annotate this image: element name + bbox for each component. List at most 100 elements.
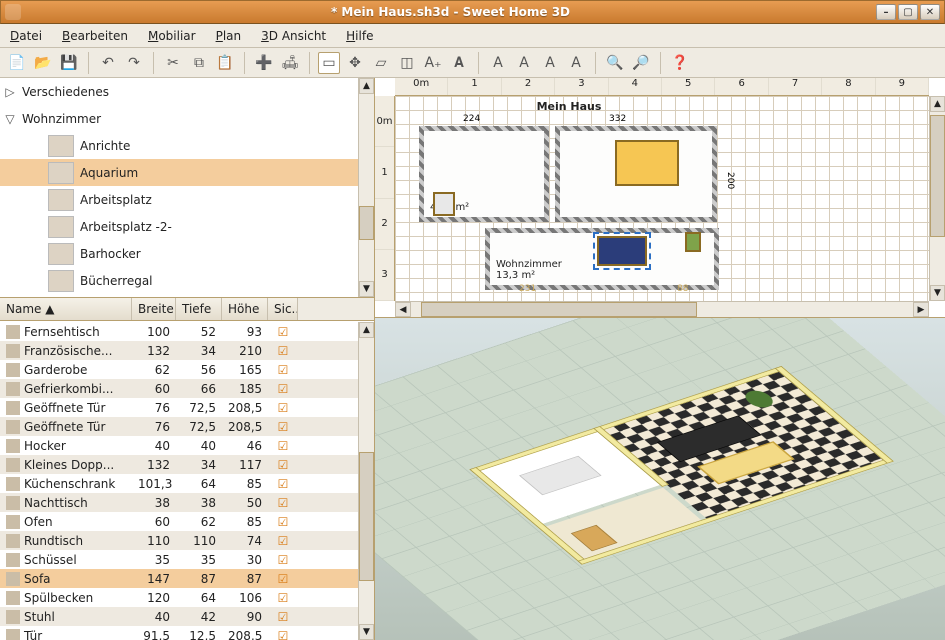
cell-visible-checkbox[interactable]: ☑ xyxy=(268,534,298,548)
table-row[interactable]: Stuhl404290☑ xyxy=(0,607,358,626)
catalog-scroll-thumb[interactable] xyxy=(359,206,374,240)
save-file-icon[interactable]: 💾 xyxy=(58,52,80,74)
catalog-item[interactable]: Arbeitsplatz -2- xyxy=(0,213,358,240)
furniture-list-scrollbar[interactable]: ▲ ▼ xyxy=(358,322,374,640)
table-row[interactable]: Französische...13234210☑ xyxy=(0,341,358,360)
menu-datei[interactable]: Datei xyxy=(10,29,42,43)
window-close-button[interactable]: ✕ xyxy=(920,4,940,20)
table-row[interactable]: Rundtisch11011074☑ xyxy=(0,531,358,550)
undo-icon[interactable]: ↶ xyxy=(97,52,119,74)
text-color-icon[interactable]: A xyxy=(539,52,561,74)
zoom-out-icon[interactable]: 🔎 xyxy=(630,52,652,74)
table-row[interactable]: Ofen606285☑ xyxy=(0,512,358,531)
table-row[interactable]: Sofa1478787☑ xyxy=(0,569,358,588)
table-row[interactable]: Schüssel353530☑ xyxy=(0,550,358,569)
scroll-up-icon[interactable]: ▲ xyxy=(930,96,945,112)
open-file-icon[interactable]: 📂 xyxy=(32,52,54,74)
cell-visible-checkbox[interactable]: ☑ xyxy=(268,591,298,605)
menu-3d-ansicht[interactable]: 3D Ansicht xyxy=(261,29,326,43)
column-header-name[interactable]: Name ▲ xyxy=(0,298,132,320)
table-row[interactable]: Hocker404046☑ xyxy=(0,436,358,455)
furniture-list-header[interactable]: Name ▲BreiteTiefeHöheSic... xyxy=(0,298,374,321)
cell-visible-checkbox[interactable]: ☑ xyxy=(268,420,298,434)
table-row[interactable]: Tür91,512,5208,5☑ xyxy=(0,626,358,640)
catalog-item[interactable]: Barhocker xyxy=(0,240,358,267)
create-text-icon[interactable]: 𝐀 xyxy=(448,52,470,74)
zoom-in-icon[interactable]: 🔍 xyxy=(604,52,626,74)
plan-view[interactable]: 0m123456789 0m123 Mein Haus 2243322004,5… xyxy=(375,78,945,318)
cell-visible-checkbox[interactable]: ☑ xyxy=(268,382,298,396)
table-row[interactable]: Nachttisch383850☑ xyxy=(0,493,358,512)
table-row[interactable]: Fernsehtisch1005293☑ xyxy=(0,322,358,341)
column-header-breite[interactable]: Breite xyxy=(132,298,176,320)
scroll-right-icon[interactable]: ▶ xyxy=(913,302,929,317)
scroll-up-icon[interactable]: ▲ xyxy=(359,78,374,94)
catalog-item[interactable]: Anrichte xyxy=(0,132,358,159)
column-header-tiefe[interactable]: Tiefe xyxy=(176,298,222,320)
menu-hilfe[interactable]: Hilfe xyxy=(346,29,373,43)
scroll-down-icon[interactable]: ▼ xyxy=(930,285,945,301)
window-minimize-button[interactable]: – xyxy=(876,4,896,20)
cell-visible-checkbox[interactable]: ☑ xyxy=(268,344,298,358)
plan-scroll-thumb[interactable] xyxy=(930,115,945,236)
plan-canvas[interactable]: Mein Haus 2243322004,55 m²Wohnzimmer13,3… xyxy=(395,96,929,301)
add-furniture-icon[interactable]: ➕ xyxy=(253,52,275,74)
cell-visible-checkbox[interactable]: ☑ xyxy=(268,629,298,640)
redo-icon[interactable]: ↷ xyxy=(123,52,145,74)
catalog-scrollbar[interactable]: ▲ ▼ xyxy=(358,78,374,297)
plan-vertical-scrollbar[interactable]: ▲ ▼ xyxy=(929,96,945,301)
text-size-icon[interactable]: A xyxy=(565,52,587,74)
plan-scroll-thumb[interactable] xyxy=(421,302,697,317)
catalog-item[interactable]: Arbeitsplatz xyxy=(0,186,358,213)
window-maximize-button[interactable]: ▢ xyxy=(898,4,918,20)
paste-icon[interactable]: 📋 xyxy=(214,52,236,74)
cell-visible-checkbox[interactable]: ☑ xyxy=(268,496,298,510)
plan-furniture-plant[interactable] xyxy=(685,232,701,252)
catalog-group[interactable]: ▽Wohnzimmer xyxy=(0,105,358,132)
menu-bearbeiten[interactable]: Bearbeiten xyxy=(62,29,128,43)
table-row[interactable]: Küchenschrank101,36485☑ xyxy=(0,474,358,493)
table-row[interactable]: Spülbecken12064106☑ xyxy=(0,588,358,607)
plan-furniture-sofa[interactable] xyxy=(597,236,647,266)
cell-visible-checkbox[interactable]: ☑ xyxy=(268,439,298,453)
cell-visible-checkbox[interactable]: ☑ xyxy=(268,458,298,472)
table-row[interactable]: Geöffnete Tür7672,5208,5☑ xyxy=(0,417,358,436)
table-row[interactable]: Garderobe6256165☑ xyxy=(0,360,358,379)
create-walls-icon[interactable]: ▱ xyxy=(370,52,392,74)
table-row[interactable]: Kleines Dopp...13234117☑ xyxy=(0,455,358,474)
cell-visible-checkbox[interactable]: ☑ xyxy=(268,610,298,624)
plan-furniture-stove[interactable] xyxy=(433,192,455,216)
copy-icon[interactable]: ⧉ xyxy=(188,52,210,74)
cell-visible-checkbox[interactable]: ☑ xyxy=(268,401,298,415)
menu-mobiliar[interactable]: Mobiliar xyxy=(148,29,196,43)
3d-view[interactable] xyxy=(375,318,945,640)
cell-visible-checkbox[interactable]: ☑ xyxy=(268,572,298,586)
add-furniture-group-icon[interactable]: 🛋 xyxy=(279,52,301,74)
text-bold-icon[interactable]: A xyxy=(487,52,509,74)
column-header-sicht[interactable]: Sic... xyxy=(268,298,298,320)
table-row[interactable]: Geöffnete Tür7672,5208,5☑ xyxy=(0,398,358,417)
scroll-down-icon[interactable]: ▼ xyxy=(359,624,374,640)
create-rooms-icon[interactable]: ◫ xyxy=(396,52,418,74)
cut-icon[interactable]: ✂ xyxy=(162,52,184,74)
text-italic-icon[interactable]: A xyxy=(513,52,535,74)
scroll-up-icon[interactable]: ▲ xyxy=(359,322,374,338)
create-dimensions-icon[interactable]: A₊ xyxy=(422,52,444,74)
column-header-hoehe[interactable]: Höhe xyxy=(222,298,268,320)
plan-horizontal-scrollbar[interactable]: ◀ ▶ xyxy=(395,301,929,317)
plan-furniture-bed[interactable] xyxy=(615,140,679,186)
catalog-item[interactable]: Aquarium xyxy=(0,159,358,186)
scroll-down-icon[interactable]: ▼ xyxy=(359,281,374,297)
cell-visible-checkbox[interactable]: ☑ xyxy=(268,325,298,339)
cell-visible-checkbox[interactable]: ☑ xyxy=(268,477,298,491)
cell-visible-checkbox[interactable]: ☑ xyxy=(268,363,298,377)
catalog-item[interactable]: Bücherregal xyxy=(0,267,358,294)
menu-plan[interactable]: Plan xyxy=(216,29,242,43)
furniture-list-scroll-thumb[interactable] xyxy=(359,452,374,581)
cell-visible-checkbox[interactable]: ☑ xyxy=(268,515,298,529)
select-icon[interactable]: ▭ xyxy=(318,52,340,74)
catalog-group[interactable]: ▷Verschiedenes xyxy=(0,78,358,105)
new-file-icon[interactable]: 📄 xyxy=(6,52,28,74)
pan-icon[interactable]: ✥ xyxy=(344,52,366,74)
help-icon[interactable]: ❓ xyxy=(669,52,691,74)
